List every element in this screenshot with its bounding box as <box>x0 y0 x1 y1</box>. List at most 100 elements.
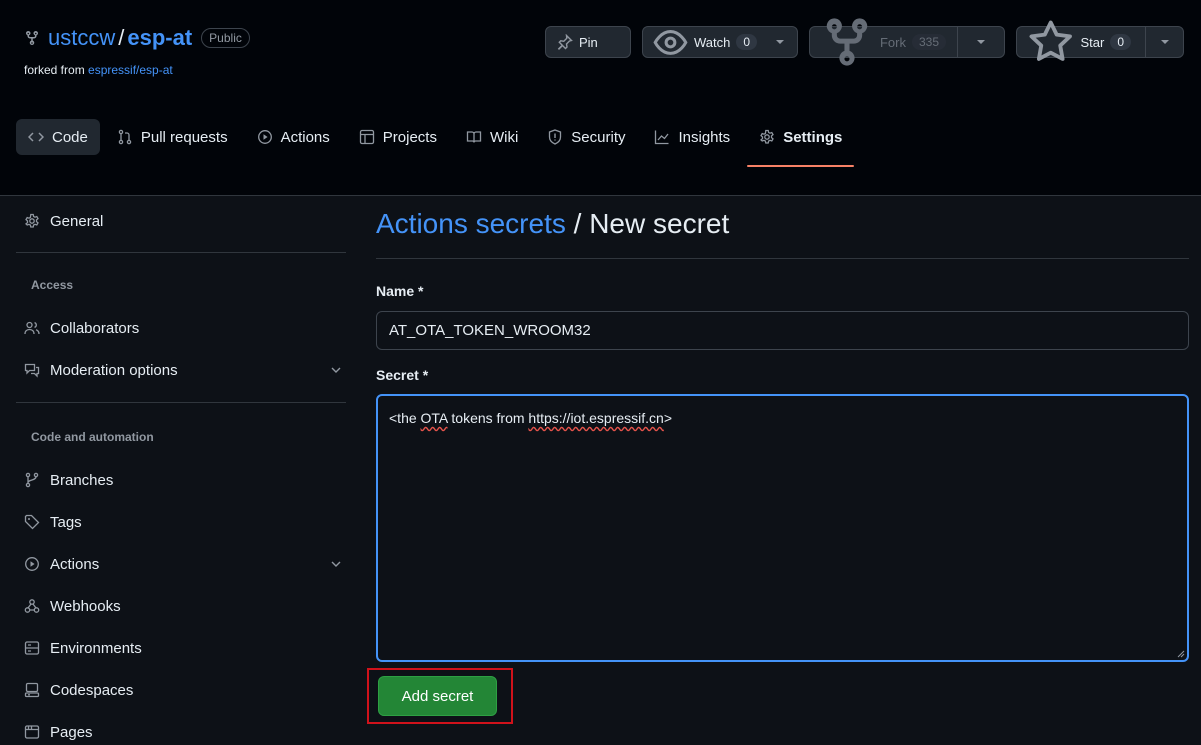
forked-from-link[interactable]: espressif/esp-at <box>88 63 173 77</box>
watch-button-group: Watch 0 <box>642 26 798 58</box>
secret-field-label: Secret * <box>376 367 429 383</box>
breadcrumb-separator: / <box>565 208 590 239</box>
shield-icon <box>549 129 562 145</box>
star-icon <box>1029 20 1072 62</box>
sidebar-item-environments[interactable]: Environments <box>24 633 346 663</box>
sidebar-item-general-label: General <box>50 212 104 230</box>
name-field-label: Name * <box>376 283 424 299</box>
caret-down-icon <box>977 40 985 44</box>
watch-count: 0 <box>736 34 757 50</box>
caret-down-icon <box>776 40 784 44</box>
sidebar-item-pages-label: Pages <box>50 723 93 741</box>
graph-icon <box>655 130 669 145</box>
repo-header: ustccw / esp-at Public forked from espre… <box>0 0 1201 196</box>
tab-actions[interactable]: Actions <box>245 119 342 155</box>
secret-text-misspelled: OTA <box>420 410 448 426</box>
secret-name-input[interactable] <box>376 311 1189 350</box>
play-icon <box>257 130 272 144</box>
secret-text-url: https://iot.espressif.cn <box>528 410 664 426</box>
sidebar-item-branches[interactable]: Branches <box>24 465 346 495</box>
sidebar-item-collaborators[interactable]: Collaborators <box>24 313 346 343</box>
browser-icon <box>24 725 40 739</box>
sidebar-item-codespaces-label: Codespaces <box>50 681 134 699</box>
star-button-group: Star 0 <box>1016 20 1184 62</box>
sidebar-item-branches-label: Branches <box>50 471 114 489</box>
fork-label: Fork <box>879 34 906 50</box>
repo-owner-link[interactable]: ustccw <box>48 25 115 51</box>
repo-name-link[interactable]: esp-at <box>127 25 192 51</box>
gear-icon <box>760 129 775 144</box>
people-icon <box>24 321 40 335</box>
codespaces-icon <box>24 682 40 698</box>
tab-pull-requests[interactable]: Pull requests <box>105 119 240 155</box>
tab-security-label: Security <box>571 128 626 146</box>
fork-count: 335 <box>911 34 946 50</box>
watch-label: Watch <box>693 34 731 50</box>
server-icon <box>24 641 40 655</box>
pin-label: Pin <box>579 34 598 50</box>
star-count: 0 <box>1110 34 1131 50</box>
sidebar-item-environments-label: Environments <box>50 639 142 657</box>
chevron-down-icon <box>331 561 341 567</box>
gear-icon <box>25 213 39 228</box>
tab-insights[interactable]: Insights <box>642 119 742 155</box>
tab-wiki[interactable]: Wiki <box>454 119 530 155</box>
resize-grip-icon[interactable] <box>1177 650 1185 658</box>
tab-wiki-label: Wiki <box>489 128 519 146</box>
sidebar-item-webhooks[interactable]: Webhooks <box>24 591 346 621</box>
breadcrumb-current: New secret <box>589 208 730 239</box>
breadcrumb-actions-secrets-link[interactable]: Actions secrets <box>376 208 566 239</box>
secret-text-part: > <box>663 410 673 426</box>
repo-forked-icon <box>26 30 38 46</box>
sidebar-item-webhooks-label: Webhooks <box>50 597 121 615</box>
page-title: Actions secrets / New secret <box>376 208 729 240</box>
star-button[interactable]: Star 0 <box>1017 20 1141 62</box>
repo-forked-icon <box>826 18 868 66</box>
star-dropdown-button[interactable] <box>1147 27 1183 57</box>
add-secret-button[interactable]: Add secret <box>378 676 497 716</box>
watch-dropdown-button[interactable] <box>763 27 797 57</box>
watch-button[interactable]: Watch 0 <box>643 27 767 57</box>
fork-button-group: Fork 335 <box>809 18 1005 66</box>
chevron-down-icon <box>331 367 341 373</box>
tab-code-label: Code <box>52 128 88 146</box>
caret-down-icon <box>1161 40 1169 44</box>
tab-security[interactable]: Security <box>535 119 637 155</box>
tab-code[interactable]: Code <box>16 119 100 155</box>
repo-separator: / <box>118 25 125 50</box>
visibility-badge: Public <box>201 28 250 48</box>
secret-text-part: <the <box>389 410 421 426</box>
play-icon <box>25 557 39 571</box>
sidebar-item-actions[interactable]: Actions <box>24 549 346 579</box>
star-divider <box>1145 27 1146 57</box>
book-icon <box>466 131 482 143</box>
fork-dropdown-button[interactable] <box>958 27 1004 57</box>
sidebar-item-tags[interactable]: Tags <box>24 507 346 537</box>
star-label: Star <box>1080 34 1105 50</box>
sidebar-divider <box>16 402 346 403</box>
tab-projects[interactable]: Projects <box>347 119 449 155</box>
forked-from-prefix: forked from <box>24 63 85 77</box>
secret-value-textarea[interactable]: <the OTA tokens from https://iot.espress… <box>376 394 1189 662</box>
sidebar-item-actions-label: Actions <box>50 555 100 573</box>
sidebar-item-moderation-options[interactable]: Moderation options <box>24 355 346 385</box>
title-divider <box>376 258 1189 259</box>
sidebar-item-general[interactable]: General <box>24 206 346 236</box>
sidebar-item-pages[interactable]: Pages <box>24 717 346 745</box>
pin-icon <box>557 34 573 50</box>
fork-button[interactable]: Fork 335 <box>810 18 956 66</box>
pin-button[interactable]: Pin <box>545 26 631 58</box>
tab-pull-requests-label: Pull requests <box>140 128 228 146</box>
tab-settings[interactable]: Settings <box>747 119 855 167</box>
pull-request-icon <box>118 129 132 145</box>
repo-nav: Code Pull requests Actions Projects Wiki… <box>16 117 859 167</box>
webhook-icon <box>24 599 40 613</box>
secret-text-part: tokens from <box>447 410 529 426</box>
sidebar-divider <box>16 252 346 253</box>
sidebar-item-moderation-label: Moderation options <box>50 361 178 379</box>
sidebar-item-codespaces[interactable]: Codespaces <box>24 675 346 705</box>
code-icon <box>28 132 44 142</box>
forked-from-text: forked from espressif/esp-at <box>24 63 173 77</box>
comment-discussion-icon <box>24 363 40 378</box>
eye-icon <box>653 29 688 55</box>
